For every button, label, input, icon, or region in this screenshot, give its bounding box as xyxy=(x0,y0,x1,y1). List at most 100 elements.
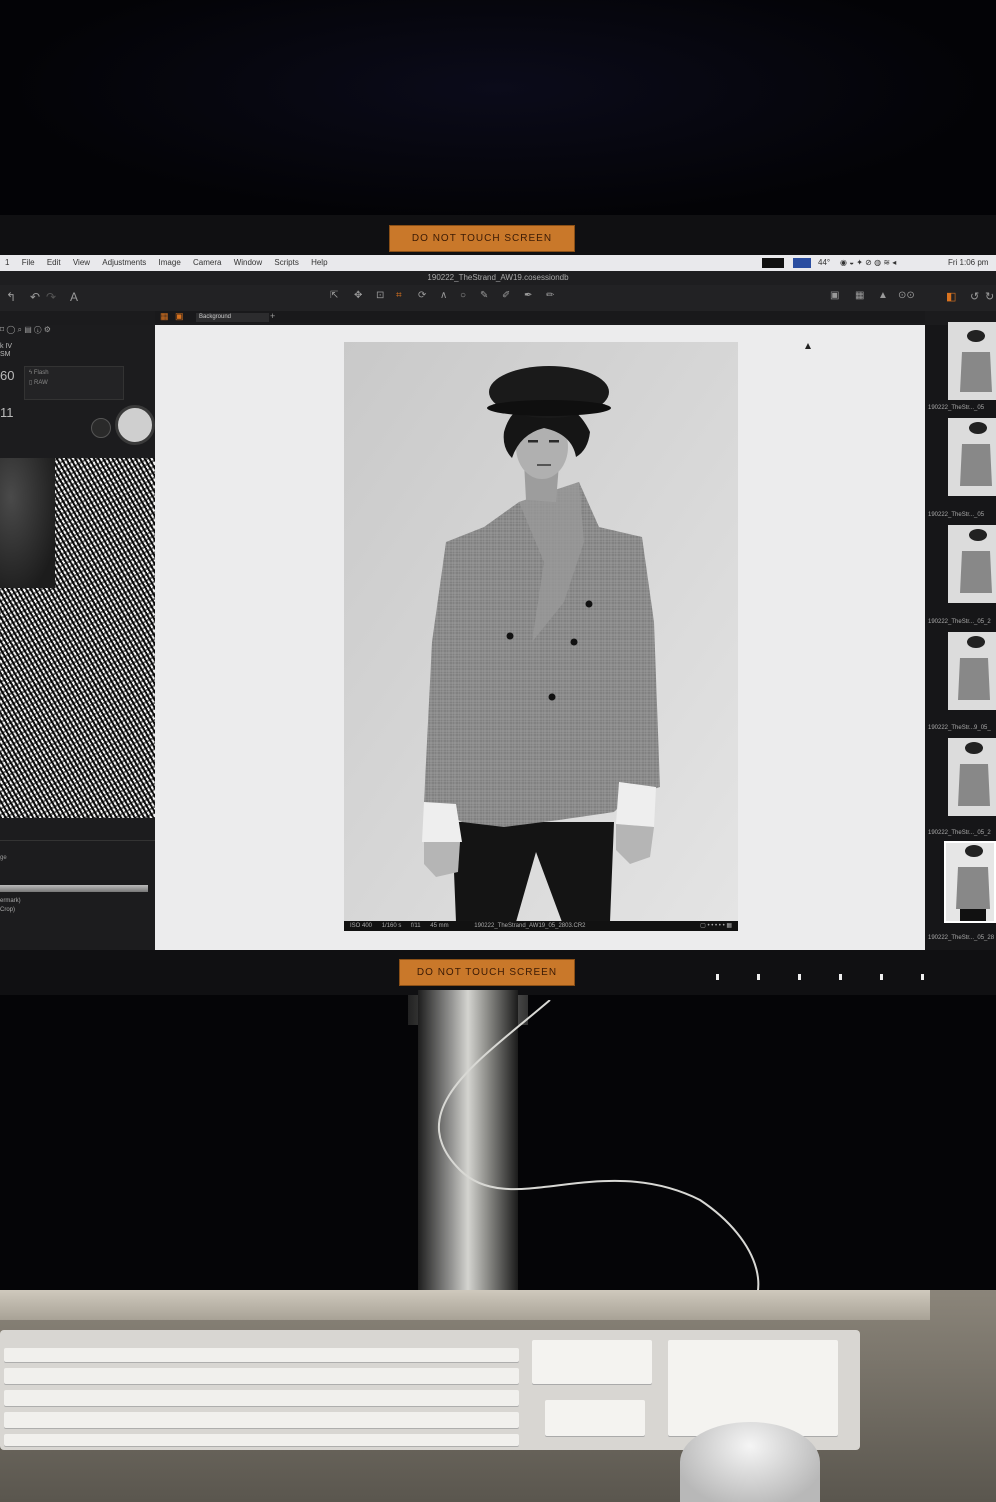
menubar-status-icons[interactable]: ◉ ◒ ✦ ⊘ ◍ ≋ ◂ xyxy=(840,255,896,271)
filmstrip-thumb[interactable] xyxy=(948,632,996,710)
status-swatch-blue xyxy=(793,258,811,268)
thumb-label: 190222_TheStr..._05_2 xyxy=(928,619,991,625)
capture-button[interactable] xyxy=(115,405,155,445)
rating-dots[interactable]: ▢ • • • • • ▦ xyxy=(700,921,732,931)
spot-tool-icon[interactable]: ○ xyxy=(460,290,466,301)
brush-tool-icon[interactable]: ✎ xyxy=(480,290,488,301)
loupe-tool-icon[interactable]: ⊡ xyxy=(376,290,384,301)
layer-select[interactable]: Background xyxy=(196,313,269,322)
warning-tape-bottom: DO NOT TOUCH SCREEN xyxy=(399,959,575,986)
focus-preview-hair xyxy=(0,458,55,588)
mac-menubar: 1 File Edit View Adjustments Image Camer… xyxy=(0,255,996,271)
menu-window[interactable]: Window xyxy=(234,255,262,271)
window-title-text: 190222_TheStrand_AW19.cosessiondb xyxy=(427,273,569,282)
format-label: RAW xyxy=(33,380,48,386)
format-row: ▯ RAW xyxy=(25,379,123,386)
fashion-photo[interactable] xyxy=(344,342,738,922)
key-row[interactable] xyxy=(4,1368,519,1384)
import-icon[interactable]: ↰ xyxy=(6,290,16,304)
iso-value: ISO 400 xyxy=(350,923,373,929)
arrow-keys[interactable] xyxy=(545,1400,645,1436)
thumb-label: 190222_TheStr..._05_28 xyxy=(928,935,995,941)
crop-tool-icon[interactable]: ⌗ xyxy=(396,290,402,301)
thumb-label: 190222_TheStr..._05 xyxy=(928,405,985,411)
thumb-label: 190222_TheStr...9_05_ xyxy=(928,725,991,731)
shutter-value: 1/160 s xyxy=(381,923,402,929)
menu-help[interactable]: Help xyxy=(311,255,327,271)
status-swatch-black xyxy=(762,258,784,268)
eraser-tool-icon[interactable]: ✐ xyxy=(502,290,510,301)
menu-camera[interactable]: Camera xyxy=(193,255,221,271)
text-tool-icon[interactable]: A xyxy=(70,290,78,304)
annotate-tool-icon[interactable]: ✏ xyxy=(546,290,554,301)
app-menu[interactable]: 1 xyxy=(5,255,9,271)
key-row[interactable] xyxy=(4,1390,519,1406)
grid-icon[interactable]: ▦ xyxy=(855,290,864,301)
panel-divider xyxy=(0,830,155,841)
refresh-icon[interactable]: ↻ xyxy=(985,290,994,303)
shutter-readout: 60 xyxy=(0,368,15,383)
main-toolbar: ↰ ↶ ↷ A ⇱ ✥ ⊡ ⌗ ⟳ ∧ ○ ✎ ✐ ✒ ✏ ▣ ▦ ▲ ⊙⊙ ◧… xyxy=(0,285,996,311)
copy-adjustments-icon[interactable]: ◧ xyxy=(946,290,956,303)
aperture-value: f/11 xyxy=(411,923,421,929)
add-layer-icon[interactable]: + xyxy=(270,311,275,321)
panel-tabs[interactable]: ⌑ ◯ ⌕ ▤ ⓘ ⚙ xyxy=(0,325,155,337)
menu-adjustments[interactable]: Adjustments xyxy=(102,255,146,271)
aperture-readout: 11 xyxy=(0,405,14,420)
temperature-readout: 44° xyxy=(818,258,831,267)
live-view-button[interactable] xyxy=(91,418,111,438)
menu-view[interactable]: View xyxy=(73,255,90,271)
pan-tool-icon[interactable]: ✥ xyxy=(354,290,362,301)
warning-tape-top: DO NOT TOUCH SCREEN xyxy=(389,225,575,252)
exposure-warning-icon[interactable]: ▲ xyxy=(878,290,888,301)
grid-view-icon[interactable]: ▦ xyxy=(160,311,169,322)
file-icon: ▯ xyxy=(29,380,33,386)
reset-icon[interactable]: ↺ xyxy=(970,290,979,303)
key-row[interactable] xyxy=(4,1348,519,1362)
proof-icon[interactable]: ▣ xyxy=(830,290,839,301)
desk-shelf xyxy=(0,1290,930,1320)
filmstrip-thumb-selected[interactable] xyxy=(944,841,996,923)
glasses-icon[interactable]: ⊙⊙ xyxy=(898,290,915,301)
single-view-icon[interactable]: ▣ xyxy=(175,311,184,322)
picker-tool-icon[interactable]: ✒ xyxy=(524,290,532,301)
filmstrip-thumb[interactable] xyxy=(948,738,996,816)
mouse[interactable] xyxy=(680,1422,820,1502)
photo-filename: 190222_TheStrand_AW19_05_2803.CR2 xyxy=(474,923,586,929)
key-row[interactable] xyxy=(4,1434,519,1446)
menu-image[interactable]: Image xyxy=(159,255,181,271)
thumb-label: 190222_TheStr..._05_2 xyxy=(928,830,991,836)
flash-icon: ϟ xyxy=(29,370,33,376)
menu-scripts[interactable]: Scripts xyxy=(274,255,298,271)
flash-row: ϟ Flash xyxy=(25,367,123,379)
menubar-clock[interactable]: Fri 1:06 pm xyxy=(948,255,988,271)
key-row[interactable] xyxy=(4,1412,519,1428)
tool-row-label-2[interactable]: ermark) xyxy=(0,898,21,904)
camera-model: k IV xyxy=(0,343,13,350)
cursor-tool-icon[interactable]: ⇱ xyxy=(330,290,338,301)
filmstrip-thumb[interactable] xyxy=(948,322,996,400)
dark-wall xyxy=(0,0,996,220)
flash-label: Flash xyxy=(33,370,49,376)
photo-info-strip: ISO 400 1/160 s f/11 45 mm 190222_TheStr… xyxy=(344,921,738,931)
menu-edit[interactable]: Edit xyxy=(47,255,61,271)
filmstrip-thumb[interactable] xyxy=(948,418,996,496)
undo-icon[interactable]: ↶ xyxy=(30,290,40,304)
tool-row-label-3[interactable]: Crop) xyxy=(0,907,15,913)
filmstrip-thumb[interactable] xyxy=(948,525,996,603)
opacity-slider[interactable] xyxy=(0,885,148,892)
window-title: 190222_TheStrand_AW19.cosessiondb xyxy=(0,271,996,285)
cable xyxy=(437,1000,760,1331)
rotate-tool-icon[interactable]: ⟳ xyxy=(418,290,426,301)
tool-row-label-1[interactable]: ge xyxy=(0,855,155,861)
menu-file[interactable]: File xyxy=(22,255,35,271)
capture-settings-box[interactable]: ϟ Flash ▯ RAW xyxy=(24,366,124,400)
redo-icon[interactable]: ↷ xyxy=(46,290,56,304)
focal-value: 45 mm xyxy=(430,923,449,929)
camera-mode: SM xyxy=(0,351,11,358)
keystone-tool-icon[interactable]: ∧ xyxy=(440,290,447,301)
monitor-buttons[interactable] xyxy=(716,967,962,985)
nav-keys[interactable] xyxy=(532,1340,652,1384)
thumb-label: 190222_TheStr..._05 xyxy=(928,512,985,518)
mouse-pointer xyxy=(805,343,811,349)
